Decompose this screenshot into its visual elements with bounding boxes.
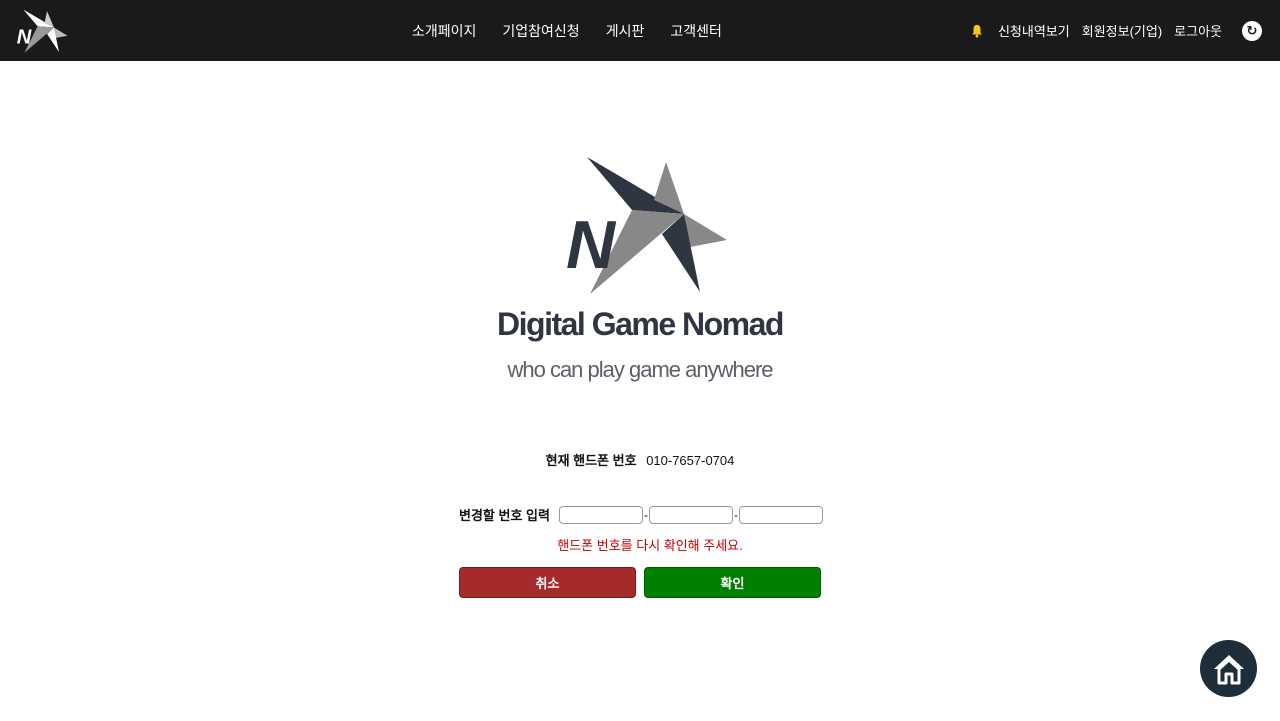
new-phone-row: 변경할 번호 입력 - - — [459, 505, 823, 524]
dash-separator: - — [643, 507, 648, 522]
current-phone-row: 현재 핸드폰 번호 010-7657-0704 — [0, 450, 1280, 469]
phone-part-3-input[interactable] — [738, 505, 823, 524]
nav-support[interactable]: 고객센터 — [670, 21, 722, 41]
applications-link[interactable]: 신청내역보기 — [998, 21, 1070, 40]
brand-subtitle: who can play game anywhere — [507, 357, 773, 382]
svg-text:N: N — [17, 26, 32, 48]
new-phone-label: 변경할 번호 입력 — [459, 508, 550, 523]
current-phone-value: 010-7657-0704 — [646, 453, 735, 468]
nav-company-apply[interactable]: 기업참여신청 — [502, 21, 579, 41]
user-nav: 신청내역보기 회원정보(기업) 로그아웃 ↻ — [970, 0, 1262, 61]
nav-intro[interactable]: 소개페이지 — [412, 21, 476, 41]
brand-title: Digital Game Nomad — [497, 306, 784, 342]
brand-logo-large-icon: N — [566, 157, 727, 294]
main-nav: 소개페이지 기업참여신청 게시판 고객센터 — [412, 0, 748, 61]
error-message: 핸드폰 번호를 다시 확인해 주세요. — [557, 538, 743, 553]
svg-text:N: N — [566, 207, 617, 283]
home-button[interactable] — [1200, 640, 1257, 697]
cancel-button[interactable]: 취소 — [459, 567, 636, 598]
home-icon — [1213, 654, 1244, 684]
phone-part-1-input[interactable] — [558, 505, 643, 524]
current-phone-label: 현재 핸드폰 번호 — [545, 453, 637, 468]
member-info-link[interactable]: 회원정보(기업) — [1082, 21, 1162, 40]
logout-link[interactable]: 로그아웃 — [1174, 21, 1222, 40]
phone-part-2-input[interactable] — [648, 505, 733, 524]
dash-separator: - — [733, 507, 738, 522]
top-navbar: N 소개페이지 기업참여신청 게시판 고객센터 신청내역보기 회원정보(기업) … — [0, 0, 1280, 61]
refresh-icon[interactable]: ↻ — [1242, 20, 1262, 41]
nav-board[interactable]: 게시판 — [606, 21, 645, 41]
brand-logo-icon[interactable]: N — [14, 8, 70, 54]
confirm-button[interactable]: 확인 — [644, 567, 821, 598]
bell-icon[interactable] — [970, 24, 984, 38]
